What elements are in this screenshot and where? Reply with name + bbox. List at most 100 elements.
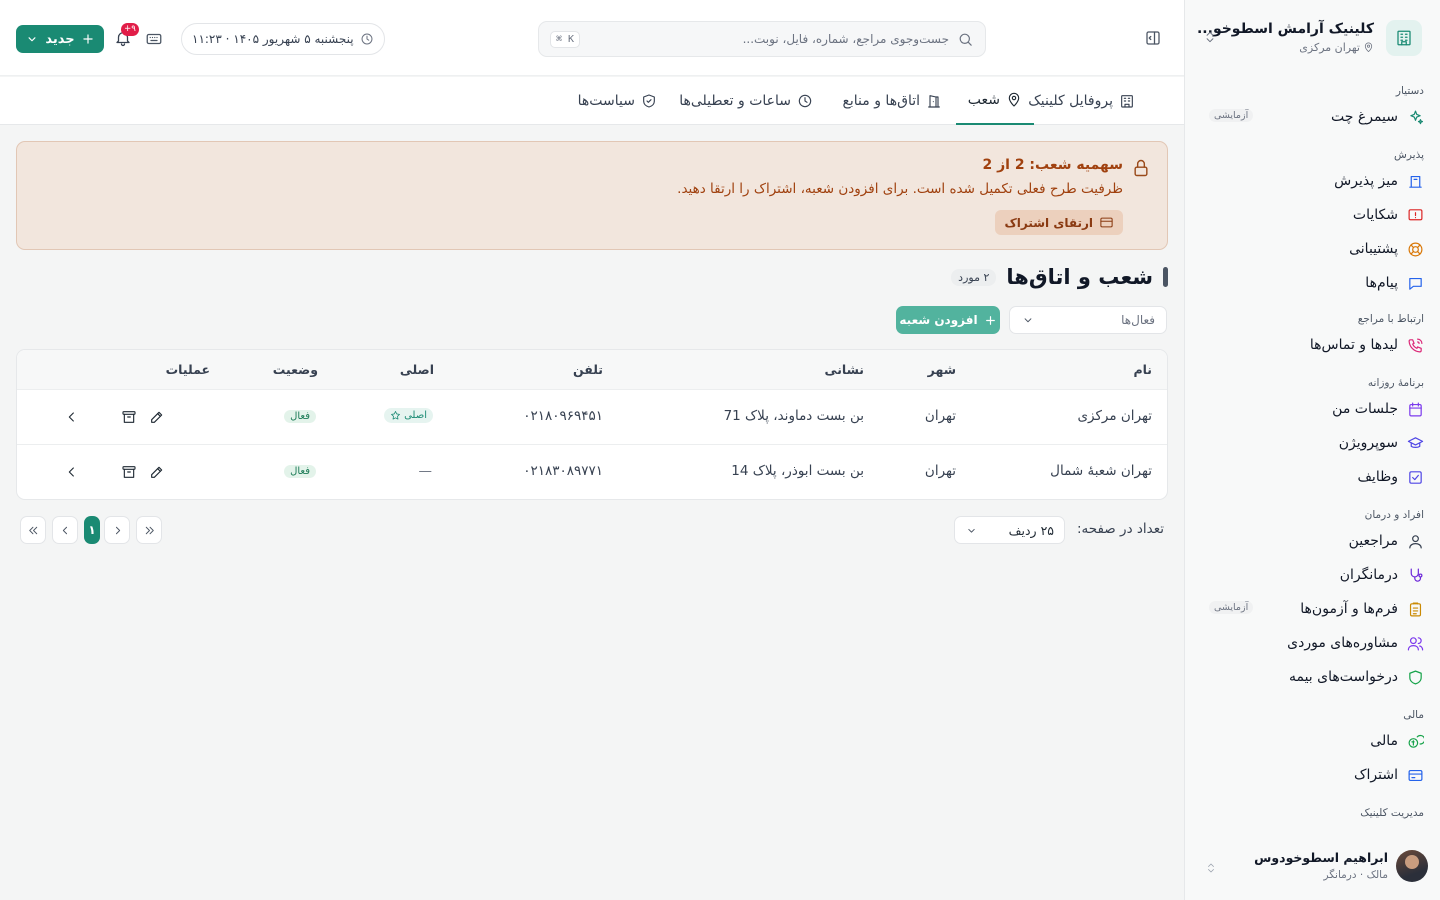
user-name: ابراهیم اسطوخودوس <box>1254 850 1388 865</box>
credit-card-icon <box>1099 215 1114 230</box>
tab-label: ساعات و تعطیلی‌ها <box>679 93 791 109</box>
user-role: مالک · درمانگر <box>1323 869 1388 881</box>
sidebar: کلینیک آرامش اسطوخو... تهران مرکزی دستیا… <box>1184 0 1440 900</box>
sidebar-item-complaints[interactable]: شکایات <box>1185 198 1440 232</box>
sidebar-item-subscription[interactable]: اشتراک <box>1185 758 1440 792</box>
tab-rooms[interactable]: اتاق‌ها و منابع <box>830 77 954 125</box>
upgrade-button-label: ارتقای اشتراک <box>1004 215 1093 230</box>
tab-clinic-profile[interactable]: پروفایل کلینیک <box>1016 77 1147 125</box>
sidebar-item-supervision[interactable]: سوپرویژن <box>1185 426 1440 460</box>
last-page-button[interactable] <box>20 516 46 544</box>
plus-icon <box>81 32 95 46</box>
table-header: نام شهر نشانی تلفن اصلی وضعیت عملیات <box>17 350 1167 390</box>
branch-phone: ۰۲۱۸۳۰۸۹۷۷۱ <box>523 463 603 479</box>
section-accent-bar <box>1163 267 1168 287</box>
column-header-phone: تلفن <box>572 362 603 377</box>
edit-icon[interactable] <box>149 464 165 480</box>
new-button-label: جدید <box>45 31 75 47</box>
sidebar-item-label: مالی <box>1370 733 1398 749</box>
lifebuoy-icon <box>1407 241 1424 258</box>
quota-alert: سهمیه شعب: 2 از 2 ظرفیت طرح فعلی تکمیل ش… <box>16 141 1168 250</box>
sidebar-item-support[interactable]: پشتیبانی <box>1185 232 1440 266</box>
shield-icon <box>1407 669 1424 686</box>
chevron-left-icon[interactable] <box>64 464 80 480</box>
search-input[interactable]: جست‌وجوی مراجع، شماره، فایل، نوبت... ⌘ K <box>538 21 986 57</box>
clipboard-icon <box>1407 601 1424 618</box>
avatar <box>1396 850 1428 882</box>
user-profile[interactable]: ابراهیم اسطوخودوس مالک · درمانگر <box>1197 848 1428 888</box>
sparkles-icon <box>1407 109 1424 126</box>
column-header-actions: عملیات <box>165 362 210 377</box>
sidebar-item-label: فرم‌ها و آزمون‌ها <box>1300 601 1398 617</box>
sidebar-item-label: مراجعین <box>1348 533 1398 549</box>
chevron-up-down-icon[interactable] <box>1203 30 1217 44</box>
upgrade-subscription-button[interactable]: ارتقای اشتراک <box>995 210 1123 235</box>
calendar-icon <box>1407 401 1424 418</box>
status-filter-select[interactable]: فعال‌ها <box>1009 306 1167 334</box>
sidebar-item-clients[interactable]: مراجعین <box>1185 524 1440 558</box>
main-branch-empty: — <box>418 463 433 479</box>
coins-icon <box>1407 733 1424 750</box>
branch-city: تهران <box>924 463 956 479</box>
clock-icon <box>797 93 813 109</box>
sidebar-item-insurance[interactable]: درخواست‌های بیمه <box>1185 660 1440 694</box>
previous-page-button[interactable] <box>104 516 130 544</box>
sidebar-item-reception-desk[interactable]: میز پذیرش <box>1185 164 1440 198</box>
column-header-city: شهر <box>927 362 956 377</box>
column-header-name: نام <box>1133 362 1152 377</box>
branch-address: بن بست دماوند، پلاک 71 <box>723 408 864 424</box>
per-page-select[interactable]: ۲۵ ردیف <box>954 516 1065 544</box>
chevron-left-icon[interactable] <box>64 409 80 425</box>
tab-policies[interactable]: سیاست‌ها <box>566 77 669 125</box>
archive-icon[interactable] <box>121 464 137 480</box>
sidebar-item-messages[interactable]: پیام‌ها <box>1185 266 1440 300</box>
edit-icon[interactable] <box>149 409 165 425</box>
chevron-down-icon <box>1021 313 1035 327</box>
add-branch-button[interactable]: افزودن شعبه <box>896 306 1000 334</box>
chevrons-left-icon <box>27 524 40 537</box>
sidebar-item-simorgh-chat[interactable]: سیمرغ چت آزمایشی <box>1185 100 1440 134</box>
notification-badge: ۹+ <box>121 23 139 36</box>
top-header: جست‌وجوی مراجع، شماره، فایل، نوبت... ⌘ K… <box>0 0 1184 76</box>
tab-label: شعب <box>967 92 1000 108</box>
first-page-button[interactable] <box>136 516 162 544</box>
experimental-badge: آزمایشی <box>1209 109 1254 122</box>
filter-value: فعال‌ها <box>1121 313 1155 327</box>
sidebar-item-label: پیام‌ها <box>1365 275 1398 291</box>
archive-icon[interactable] <box>121 409 137 425</box>
sidebar-item-label: پشتیبانی <box>1349 241 1398 257</box>
sidebar-item-leads[interactable]: لیدها و تماس‌ها <box>1185 328 1440 362</box>
tab-hours[interactable]: ساعات و تعطیلی‌ها <box>667 77 825 125</box>
clinic-switcher[interactable]: کلینیک آرامش اسطوخو... تهران مرکزی <box>1197 18 1422 60</box>
chevron-up-down-icon[interactable] <box>1205 862 1217 874</box>
sidebar-item-label: سوپرویژن <box>1338 435 1398 451</box>
column-header-status: وضعیت <box>272 362 318 377</box>
sidebar-toggle-icon[interactable] <box>1144 29 1162 47</box>
clinic-branch: تهران مرکزی <box>1299 41 1374 54</box>
tab-label: اتاق‌ها و منابع <box>842 93 920 109</box>
sidebar-item-finance[interactable]: مالی <box>1185 724 1440 758</box>
tab-branches[interactable]: شعب <box>955 77 1034 125</box>
sidebar-item-tasks[interactable]: وظایف <box>1185 460 1440 494</box>
nav-group-reception: پذیرش <box>1394 149 1424 161</box>
datetime-display: پنجشنبه ۵ شهریور ۱۴۰۵ · ۱۱:۲۳ <box>181 23 385 55</box>
next-page-button[interactable] <box>52 516 78 544</box>
main-badge-label: اصلی <box>404 410 427 421</box>
branch-city: تهران <box>924 408 956 424</box>
keyboard-icon[interactable] <box>145 30 163 48</box>
shield-check-icon <box>641 93 657 109</box>
sidebar-item-forms[interactable]: فرم‌ها و آزمون‌ها آزمایشی <box>1185 592 1440 626</box>
column-header-main: اصلی <box>399 362 434 377</box>
sidebar-item-label: میز پذیرش <box>1334 173 1398 189</box>
sidebar-item-my-sessions[interactable]: جلسات من <box>1185 392 1440 426</box>
sidebar-item-case-consultations[interactable]: مشاوره‌های موردی <box>1185 626 1440 660</box>
nav-group-clinic-management: مدیریت کلینیک <box>1360 807 1424 819</box>
table-row[interactable]: تهران مرکزی تهران بن بست دماوند، پلاک 71… <box>17 390 1167 445</box>
sidebar-item-therapists[interactable]: درمانگران <box>1185 558 1440 592</box>
chevron-down-icon <box>25 32 39 46</box>
table-row[interactable]: تهران شعبهٔ شمال تهران بن بست ابوذر، پلا… <box>17 445 1167 499</box>
sidebar-item-label: جلسات من <box>1332 401 1398 417</box>
message-icon <box>1407 275 1424 292</box>
new-button[interactable]: جدید <box>16 25 104 53</box>
current-page-button[interactable]: ۱ <box>84 516 100 544</box>
